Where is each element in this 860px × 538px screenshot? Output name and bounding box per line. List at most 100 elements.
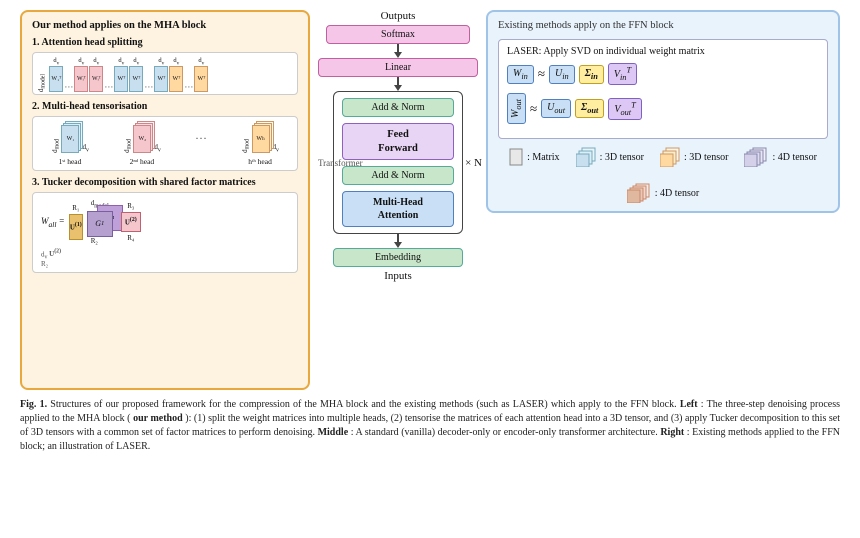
legend-matrix: : Matrix [509, 147, 560, 167]
tensor3d-2-legend-label: : 3D tensor [684, 152, 728, 163]
w8-rect: Wᵀ [194, 66, 208, 92]
r1-factor: R₁ U(1) [69, 204, 83, 240]
arrow-transformer-embedding [394, 234, 402, 248]
transformer-bracket: Add & Norm FeedForward Add & Norm Multi-… [333, 91, 463, 234]
r2-labels: R₂ [87, 237, 113, 245]
svd-row-win: Win ≈ Uin Σin VinT [507, 63, 819, 85]
add-norm2-box: Add & Norm [342, 166, 454, 185]
matrix-icon [509, 148, 523, 166]
w4-rect: Wᵀ [114, 66, 128, 92]
multi-head-box: Multi-HeadAttention [342, 191, 454, 227]
tensor4d-1-icon [744, 147, 768, 167]
embedding-label: Embedding [375, 252, 421, 263]
caption-middle-label: Middle [318, 427, 349, 438]
win-matrix: Win [507, 65, 534, 84]
g1-core: G1 [87, 211, 113, 237]
uin-label: Uin [555, 68, 569, 79]
multi-head-label: Multi-HeadAttention [373, 197, 423, 221]
dots-heads: ··· [195, 131, 207, 146]
mht-viz: dmod W₁ dv 1ˢᵗ head [32, 116, 298, 171]
w7-rect: Wᵀ [169, 66, 183, 92]
center-panel: Outputs Softmax Linear Transformer [318, 10, 478, 282]
tensor3d-1-icon [576, 147, 596, 167]
head2-block: dmod W₂ dv 2ⁿᵈ head [123, 121, 161, 166]
vin-label: VinT [614, 69, 631, 80]
tensor3d-1-legend-label: : 3D tensor [600, 152, 644, 163]
dv-u2-label: dv U(2) [41, 249, 291, 261]
add-norm2-label: Add & Norm [371, 170, 424, 181]
right-panel-title: Existing methods apply on the FFN block [498, 20, 828, 31]
head-blocks-row: dmod W₁ dv 1ˢᵗ head [39, 121, 291, 166]
uin-matrix: Uin [549, 65, 575, 84]
d6-label: dv [158, 57, 164, 66]
layer1-2: W₂ [133, 125, 151, 153]
legend-tensor3d-1: : 3D tensor [576, 147, 644, 167]
caption-left-label: Left [680, 399, 698, 410]
figure-caption: Fig. 1. Structures of our proposed frame… [20, 398, 840, 454]
r3-label: R₃ [127, 202, 134, 210]
d5-label: dv [133, 57, 139, 66]
head1-label: 1ˢᵗ head [59, 157, 82, 166]
wall-label: Wall = [41, 216, 65, 229]
headh-block: dmod Wh dv hᵗʰ head [241, 121, 279, 166]
dots4: ··· [184, 82, 193, 92]
d4-label: dv [118, 57, 124, 66]
head-splitting-viz: dmodel dv W₁ᵀ ··· dv Wᵢᵀ dv Wᵢᵀ [32, 52, 298, 95]
outputs-label: Outputs [381, 10, 416, 22]
u1-matrix: U(1) [69, 214, 83, 240]
laser-title: LASER: Apply SVD on individual weight ma… [507, 46, 819, 57]
w-block-7: dv Wᵀ [169, 57, 183, 92]
wout-label: Wout [510, 99, 521, 118]
xn-label: × N [465, 157, 482, 169]
layer1-h: Wh [252, 125, 270, 153]
uout-matrix: Uout [541, 99, 571, 118]
w5-rect: Wᵀ [129, 66, 143, 92]
left-panel: Our method applies on the MHA block 1. A… [20, 10, 310, 390]
dots1: ··· [64, 82, 73, 92]
head1-block: dmod W₁ dv 1ˢᵗ head [51, 121, 89, 166]
section3-label: 3. Tucker decomposition with shared fact… [32, 177, 298, 188]
win-label: Win [513, 68, 528, 79]
w-block-5: dv Wᵀ [129, 57, 143, 92]
w2-rect: Wᵢᵀ [74, 66, 88, 92]
dmod2-label: dmod [123, 139, 132, 153]
sigma-in-matrix: Σin [579, 65, 604, 84]
w-block-4: dv Wᵀ [114, 57, 128, 92]
center-flow: Softmax Linear Transformer Add & Norm [318, 25, 478, 267]
w-block-3: dv Wᵢᵀ [89, 57, 103, 92]
arrow-linear-transformer [394, 77, 402, 91]
legend-tensor4d-2: : 4D tensor [627, 183, 699, 203]
caption-right-label: Right [660, 427, 684, 438]
laser-box: LASER: Apply SVD on individual weight ma… [498, 39, 828, 139]
add-norm1-box: Add & Norm [342, 98, 454, 117]
vout-matrix: VoutT [608, 98, 641, 120]
dots2: ··· [104, 82, 113, 92]
d8-label: dv [198, 57, 204, 66]
tensor4d-1-legend-label: : 4D tensor [772, 152, 816, 163]
tucker-viz: Wall = R₁ U(1) dmodel Gh G1 [32, 192, 298, 273]
tensor-stack-2: W₂ [133, 121, 153, 153]
d7-label: dv [173, 57, 179, 66]
vout-label: VoutT [614, 104, 635, 115]
figure-container: Our method applies on the MHA block 1. A… [20, 10, 840, 454]
vin-matrix: VinT [608, 63, 637, 85]
r1-label: R₁ [72, 204, 79, 212]
u2-matrix: U(2) [121, 212, 141, 232]
tensor3d-2-icon [660, 147, 680, 167]
diagram-area: Our method applies on the MHA block 1. A… [20, 10, 840, 390]
r2-left: R₂ [91, 237, 98, 245]
tensor-stack-1: W₁ [61, 121, 81, 153]
head1-tensor: dmod W₁ dv [51, 121, 89, 153]
w-block-8: dv Wᵀ [194, 57, 208, 92]
svd-row-wout: Wout ≈ Uout Σout VoutT [507, 93, 819, 124]
legend-area: : Matrix : 3D tensor : [498, 147, 828, 203]
core-stacked: Gh G1 [87, 211, 113, 237]
headh-tensor: dmod Wh dv [241, 121, 279, 153]
d2-label: dv [78, 57, 84, 66]
head2-tensor: dmod W₂ dv [123, 121, 161, 153]
tensor4d-2-legend-label: : 4D tensor [655, 188, 699, 199]
dmodh-label: dmod [241, 139, 250, 153]
caption-middle-text: : A standard (vanilla) decoder-only or e… [351, 427, 658, 438]
caption-prefix: Fig. 1. [20, 399, 47, 410]
d3-label: dv [93, 57, 99, 66]
